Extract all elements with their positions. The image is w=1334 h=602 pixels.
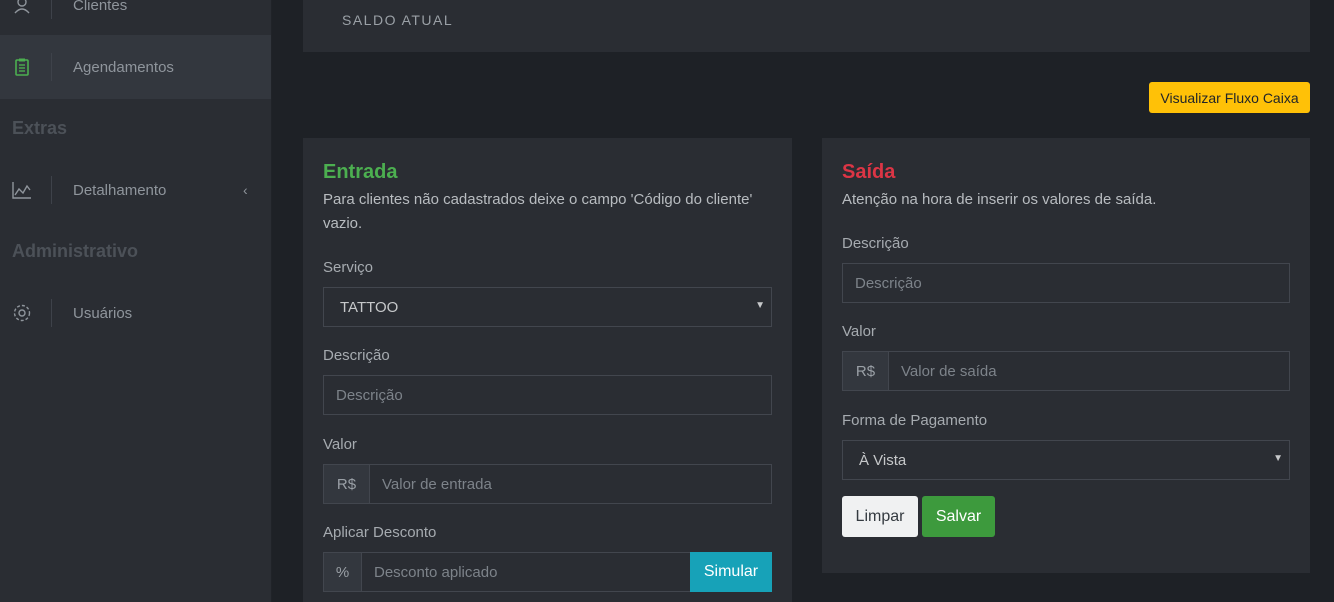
section-heading-extras: Extras	[12, 118, 68, 138]
gear-icon	[12, 303, 32, 323]
valor-label: Valor	[842, 323, 876, 340]
balance-subtitle: SALDO ATUAL	[342, 12, 454, 28]
sidebar-item-agendamentos[interactable]: Agendamentos	[0, 35, 271, 99]
descricao-input[interactable]	[324, 376, 771, 414]
limpar-button[interactable]: Limpar	[842, 496, 918, 537]
user-icon	[12, 0, 32, 15]
currency-addon: R$	[843, 352, 889, 390]
desconto-label: Aplicar Desconto	[323, 524, 437, 541]
pagamento-select[interactable]: À Vista ▼	[842, 440, 1290, 480]
valor-field[interactable]: R$	[842, 351, 1290, 391]
servico-selected-value: TATTOO	[340, 298, 399, 316]
divider	[51, 0, 52, 19]
entrada-title: Entrada	[323, 161, 398, 183]
percent-addon: %	[324, 553, 362, 591]
balance-card: SALDO ATUAL	[303, 0, 1310, 52]
view-cash-flow-button[interactable]: Visualizar Fluxo Caixa	[1149, 82, 1310, 113]
balance-value-partial	[340, 0, 400, 2]
divider	[51, 176, 52, 204]
saida-description: Atenção na hora de inserir os valores de…	[842, 191, 1157, 208]
descricao-input[interactable]	[843, 264, 1289, 302]
valor-label: Valor	[323, 436, 357, 453]
currency-addon: R$	[324, 465, 370, 503]
sidebar-item-clientes[interactable]: Clientes	[0, 0, 271, 37]
saida-title: Saída	[842, 161, 896, 183]
sidebar-item-label: Agendamentos	[73, 58, 174, 76]
sidebar: Clientes Agendamentos Extras Detalhament…	[0, 0, 272, 602]
entrada-description: Para clientes não cadastrados deixe o ca…	[323, 191, 753, 232]
salvar-button[interactable]: Salvar	[922, 496, 995, 537]
chart-line-icon	[12, 180, 32, 200]
servico-label: Serviço	[323, 259, 374, 276]
sidebar-item-label: Detalhamento	[73, 181, 167, 199]
sidebar-item-detalhamento[interactable]: Detalhamento ‹	[0, 158, 271, 222]
saida-panel: Saída Atenção na hora de inserir os valo…	[822, 138, 1310, 573]
divider	[51, 299, 52, 327]
valor-input[interactable]	[889, 352, 1289, 390]
simular-button[interactable]: Simular	[690, 552, 772, 592]
desconto-field[interactable]: % Simular	[323, 552, 772, 592]
chevron-left-icon[interactable]: ‹	[243, 182, 248, 198]
sidebar-item-label: Clientes	[73, 0, 128, 14]
select-arrow-icon: ▼	[1273, 453, 1283, 464]
sidebar-item-label: Usuários	[73, 304, 133, 322]
valor-field[interactable]: R$	[323, 464, 772, 504]
descricao-label: Descrição	[323, 347, 390, 364]
pagamento-selected-value: À Vista	[859, 451, 907, 469]
entrada-panel: Entrada Para clientes não cadastrados de…	[303, 138, 792, 602]
descricao-field[interactable]	[323, 375, 772, 415]
sidebar-item-usuarios[interactable]: Usuários	[0, 281, 271, 345]
divider	[51, 53, 52, 81]
servico-select[interactable]: TATTOO ▼	[323, 287, 772, 327]
descricao-label: Descrição	[842, 235, 909, 252]
valor-input[interactable]	[370, 465, 771, 503]
descricao-field[interactable]	[842, 263, 1290, 303]
pagamento-label: Forma de Pagamento	[842, 412, 988, 429]
select-arrow-icon: ▼	[755, 300, 765, 311]
section-heading-administrativo: Administrativo	[12, 241, 139, 261]
clipboard-icon	[12, 57, 32, 77]
